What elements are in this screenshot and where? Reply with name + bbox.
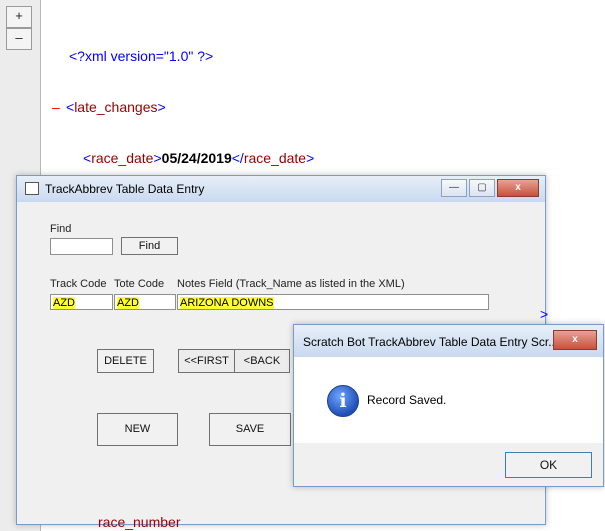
minimize-icon[interactable]: —	[441, 179, 467, 197]
track-code-label: Track Code	[50, 278, 107, 290]
save-button[interactable]: SAVE	[209, 413, 291, 446]
find-input[interactable]	[50, 238, 113, 255]
xml-race-date: <race_date>05/24/2019</race_date>	[83, 150, 315, 166]
app-icon	[25, 182, 39, 195]
back-button[interactable]: <BACK	[234, 349, 290, 373]
xml-root-open[interactable]: – <late_changes>	[52, 99, 522, 116]
record-saved-messagebox: Scratch Bot TrackAbbrev Table Data Entry…	[293, 324, 604, 487]
notes-field-input[interactable]: ARIZONA DOWNS	[177, 294, 489, 310]
maximize-icon[interactable]: ▢	[469, 179, 495, 197]
find-label: Find	[50, 223, 72, 235]
dialog-title: TrackAbbrev Table Data Entry	[45, 182, 205, 196]
expand-button[interactable]: +	[6, 6, 32, 28]
xml-fragment-bracket: >	[540, 306, 549, 322]
collapse-button[interactable]: –	[6, 28, 32, 50]
new-button[interactable]: NEW	[97, 413, 178, 446]
notes-field-label: Notes Field (Track_Name as listed in the…	[177, 278, 405, 290]
dialog-titlebar[interactable]: TrackAbbrev Table Data Entry — ▢ x	[17, 176, 545, 202]
messagebox-title: Scratch Bot TrackAbbrev Table Data Entry…	[303, 335, 559, 349]
messagebox-text: Record Saved.	[367, 393, 447, 407]
xml-fragment-race-number: race_number	[98, 514, 181, 530]
tote-code-input[interactable]: AZD	[114, 294, 176, 310]
information-icon: i	[327, 385, 359, 417]
close-icon[interactable]: x	[497, 179, 539, 197]
track-code-input[interactable]: AZD	[50, 294, 113, 310]
tote-code-label: Tote Code	[114, 278, 165, 290]
find-button[interactable]: Find	[121, 237, 178, 255]
messagebox-titlebar[interactable]: Scratch Bot TrackAbbrev Table Data Entry…	[294, 325, 603, 357]
first-record-button[interactable]: <<FIRST	[178, 349, 235, 373]
xml-declaration: <?xml version="1.0" ?>	[69, 48, 214, 64]
messagebox-close-icon[interactable]: x	[553, 330, 597, 350]
ok-button[interactable]: OK	[505, 452, 592, 478]
delete-button[interactable]: DELETE	[97, 349, 154, 373]
